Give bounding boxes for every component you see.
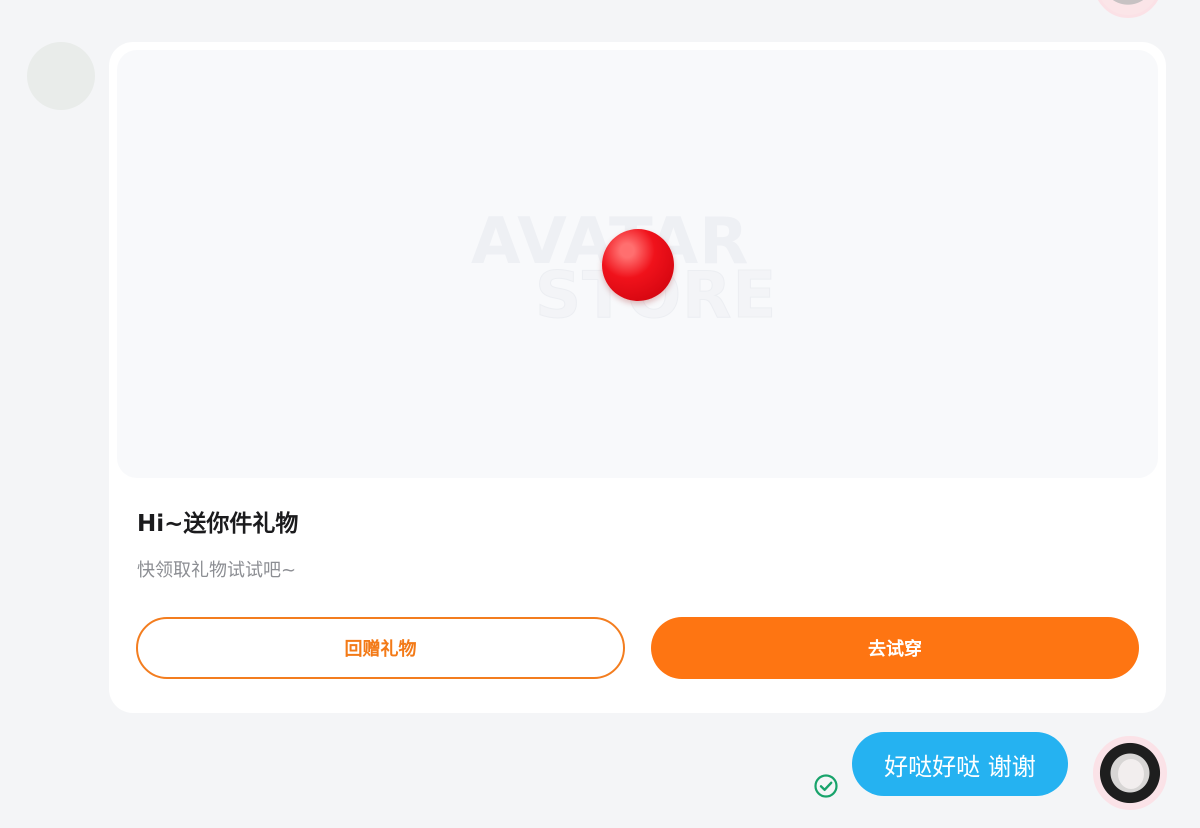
gift-preview[interactable]: AVATAR STORE <box>117 50 1158 478</box>
check-circle-icon <box>814 774 838 798</box>
gift-card[interactable]: AVATAR STORE Hi~送你件礼物 快领取礼物试试吧~ 回赠礼物 去试穿 <box>109 42 1166 713</box>
reply-message-text: 好哒好哒 谢谢 <box>884 752 1036 781</box>
gift-item-image <box>602 229 674 301</box>
previous-message-avatar[interactable] <box>1094 0 1162 18</box>
gift-card-title: Hi~送你件礼物 <box>137 511 299 537</box>
gift-card-subtitle: 快领取礼物试试吧~ <box>137 560 297 581</box>
sender-avatar[interactable] <box>27 42 95 110</box>
my-avatar[interactable] <box>1093 736 1167 810</box>
return-gift-button[interactable]: 回赠礼物 <box>136 617 625 679</box>
try-on-button[interactable]: 去试穿 <box>651 617 1139 679</box>
reply-message-bubble[interactable]: 好哒好哒 谢谢 <box>852 732 1068 796</box>
